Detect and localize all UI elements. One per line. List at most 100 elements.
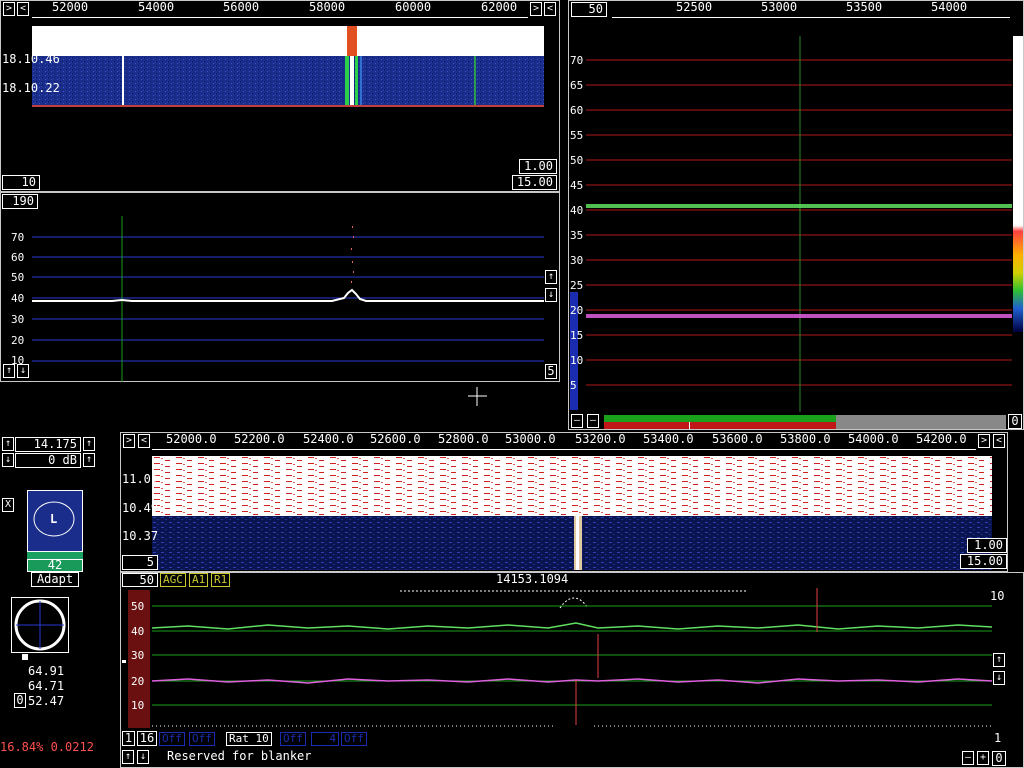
down-arrow-icon[interactable]: ↓ bbox=[137, 750, 149, 764]
minus-button[interactable]: – bbox=[962, 751, 974, 765]
right-y-label: 30 bbox=[570, 254, 584, 267]
gain-db-value[interactable]: 0 dB bbox=[15, 453, 81, 468]
right-y-label: 55 bbox=[570, 129, 584, 142]
freq-tick: 53400.0 bbox=[643, 432, 694, 446]
wide-waterfall[interactable] bbox=[32, 26, 544, 107]
minus-button[interactable]: – bbox=[571, 414, 583, 428]
spectrum-y-label: 20 bbox=[11, 334, 25, 347]
up-arrow-icon[interactable]: ↑ bbox=[122, 750, 134, 764]
freq-tick: 62000 bbox=[481, 0, 518, 14]
blanker-text: Reserved for blanker bbox=[167, 749, 312, 763]
down-arrow-icon[interactable]: ↓ bbox=[993, 671, 1005, 685]
up-arrow-icon[interactable]: ↑ bbox=[2, 437, 14, 451]
s-meter-value: 42 bbox=[27, 559, 83, 572]
agc-button[interactable]: AGC bbox=[160, 573, 186, 587]
gain-value[interactable]: 1.00 bbox=[519, 159, 557, 174]
r1-button[interactable]: R1 bbox=[211, 573, 231, 587]
off-button-3[interactable]: Off bbox=[280, 732, 306, 746]
freq-tick: 53800.0 bbox=[780, 432, 831, 446]
time-label: 10.49 bbox=[122, 501, 159, 515]
freq-tick: 54200.0 bbox=[916, 432, 967, 446]
lower-right-bottom-value: 1 bbox=[994, 731, 1002, 745]
center-frequency: 14153.1094 bbox=[496, 572, 569, 586]
up-arrow-icon[interactable]: ↑ bbox=[993, 653, 1005, 667]
avg-value[interactable]: 10 bbox=[2, 175, 40, 190]
down-arrow-icon[interactable]: ↓ bbox=[545, 288, 557, 302]
off-button-2[interactable]: Off bbox=[189, 732, 215, 746]
freq-tick: 56000 bbox=[223, 0, 260, 14]
scroll-left-button[interactable]: < bbox=[17, 2, 29, 16]
scroll-right-button[interactable]: > bbox=[123, 434, 135, 448]
frequency-scale bbox=[32, 0, 528, 18]
lower-y-label: 50 bbox=[131, 600, 145, 613]
freq-tick: 52000.0 bbox=[166, 432, 217, 446]
adapt-button[interactable]: Adapt bbox=[31, 572, 79, 587]
spectrum-y-label: 40 bbox=[11, 292, 25, 305]
time-label: 18.10.46 bbox=[2, 52, 60, 66]
baseband-gain-value[interactable]: 1.00 bbox=[967, 538, 1007, 553]
phase-scope-circle-icon bbox=[14, 599, 66, 651]
color-scale-bar bbox=[1013, 36, 1023, 332]
lower-y-label: 20 bbox=[131, 675, 145, 688]
a1-button[interactable]: A1 bbox=[189, 573, 209, 587]
right-y-label: 70 bbox=[570, 54, 584, 67]
baseband-waterfall[interactable] bbox=[152, 456, 992, 570]
bandwidth-value[interactable]: 14.175 bbox=[15, 437, 81, 452]
crosshair-cursor-icon bbox=[468, 387, 487, 406]
spectrum-graph[interactable] bbox=[32, 216, 544, 382]
lower-zero-value[interactable]: 0 bbox=[992, 751, 1006, 766]
s-meter-label: L bbox=[50, 512, 58, 526]
scroll-left-button-2[interactable]: < bbox=[544, 2, 556, 16]
freq-tick: 52800.0 bbox=[438, 432, 489, 446]
up-arrow-icon[interactable]: ↑ bbox=[83, 437, 95, 451]
time-label: 11.01 bbox=[122, 472, 159, 486]
right-y-label: 65 bbox=[570, 79, 584, 92]
lower-spectrum-graph[interactable] bbox=[128, 588, 992, 728]
right-y-label: 40 bbox=[570, 204, 584, 217]
up-arrow-icon[interactable]: ↑ bbox=[545, 270, 557, 284]
freq-tick: 54000 bbox=[931, 0, 968, 14]
spectrum-y-label: 70 bbox=[11, 231, 25, 244]
off-button-4[interactable]: Off bbox=[341, 732, 367, 746]
right-top-value[interactable]: 50 bbox=[571, 2, 607, 17]
cpu-status: 16.84% 0.0212 bbox=[0, 740, 94, 754]
scroll-right-button-2[interactable]: > bbox=[530, 2, 542, 16]
scroll-right-button[interactable]: > bbox=[3, 2, 15, 16]
off-button-1[interactable]: Off bbox=[159, 732, 185, 746]
scroll-right-button-2[interactable]: > bbox=[978, 434, 990, 448]
rat-button[interactable]: Rat 10 bbox=[226, 732, 272, 746]
time-label: 10.37 bbox=[122, 529, 159, 543]
freq-tick: 58000 bbox=[309, 0, 346, 14]
lower-y-label: 10 bbox=[131, 699, 145, 712]
freq-tick: 52000 bbox=[52, 0, 89, 14]
spectrum-top-value[interactable]: 190 bbox=[2, 194, 38, 209]
mode-16-button[interactable]: 16 bbox=[137, 731, 157, 746]
up-arrow-icon[interactable]: ↑ bbox=[3, 364, 15, 378]
up-arrow-icon[interactable]: ↑ bbox=[83, 453, 95, 467]
baseband-range-value[interactable]: 15.00 bbox=[960, 554, 1007, 569]
right-y-label: 45 bbox=[570, 179, 584, 192]
scroll-left-button[interactable]: < bbox=[138, 434, 150, 448]
range-value[interactable]: 15.00 bbox=[512, 175, 557, 190]
baseband-avg-value[interactable]: 5 bbox=[122, 555, 158, 570]
lower-top-value[interactable]: 50 bbox=[122, 573, 158, 587]
readout-2: 64.71 bbox=[28, 679, 65, 693]
freq-tick: 52200.0 bbox=[234, 432, 285, 446]
scroll-left-button-2[interactable]: < bbox=[993, 434, 1005, 448]
minus-button-2[interactable]: – bbox=[587, 414, 599, 428]
freq-tick: 52600.0 bbox=[370, 432, 421, 446]
plus-button[interactable]: + bbox=[977, 751, 989, 765]
down-arrow-icon[interactable]: ↓ bbox=[2, 453, 14, 467]
down-arrow-icon[interactable]: ↓ bbox=[17, 364, 29, 378]
freq-tick: 53000 bbox=[761, 0, 798, 14]
freq-tick: 52500 bbox=[676, 0, 713, 14]
right-bottom-value[interactable]: 0 bbox=[1008, 414, 1022, 429]
spectrum-corner-value[interactable]: 5 bbox=[545, 364, 557, 379]
right-y-label: 15 bbox=[570, 329, 584, 342]
mode-1-button[interactable]: 1 bbox=[122, 731, 135, 746]
level-bar-green bbox=[604, 415, 836, 422]
four-button[interactable]: 4 bbox=[311, 732, 339, 746]
close-button[interactable]: X bbox=[2, 498, 14, 512]
high-res-spectrum-graph[interactable] bbox=[586, 36, 1012, 412]
readout-3-prefix[interactable]: 0 bbox=[14, 693, 26, 708]
